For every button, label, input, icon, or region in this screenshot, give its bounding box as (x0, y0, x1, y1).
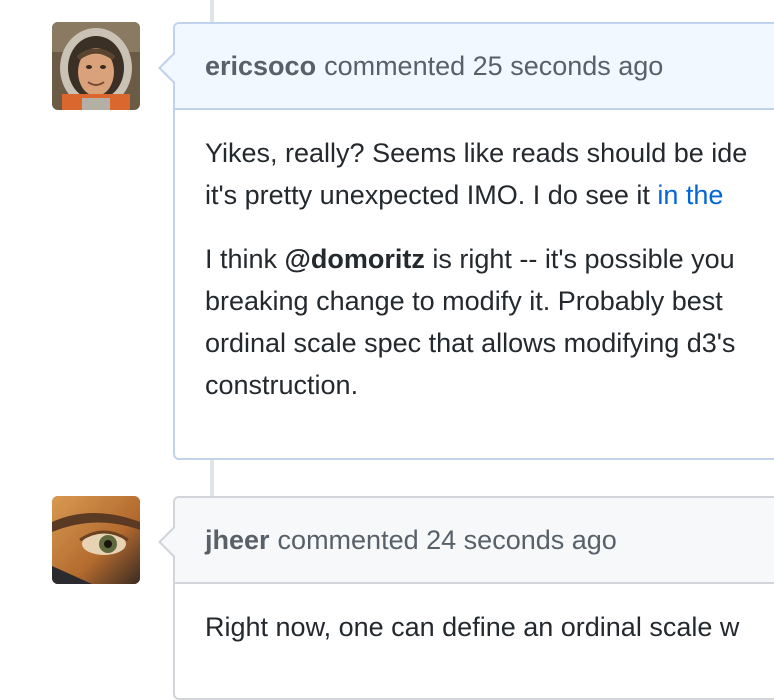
avatar[interactable] (52, 22, 140, 110)
comment-body: Right now, one can define an ordinal sca… (175, 584, 774, 670)
paragraph: Right now, one can define an ordinal sca… (205, 606, 752, 648)
text-line: breaking change to modify it. Probably b… (205, 286, 723, 316)
text-line: I think (205, 244, 285, 274)
paragraph: I think @domoritz is right -- it's possi… (205, 238, 752, 406)
comment-header: jheer commented 24 seconds ago (158, 498, 774, 584)
text-line: Right now, one can define an ordinal sca… (205, 612, 740, 642)
comment-action: commented (324, 50, 466, 81)
text-line: ordinal scale spec that allows modifying… (205, 328, 736, 358)
author-link[interactable]: ericsoco (205, 51, 316, 82)
paragraph: Yikes, really? Seems like reads should b… (205, 132, 752, 216)
user-mention-link[interactable]: @domoritz (285, 244, 425, 274)
comment-action: commented (277, 524, 419, 555)
comment-timestamp[interactable]: 24 seconds ago (426, 525, 617, 556)
author-link[interactable]: jheer (205, 525, 270, 556)
text-line: Yikes, really? Seems like reads should b… (205, 138, 748, 168)
comment-body: Yikes, really? Seems like reads should b… (175, 110, 774, 428)
text-line: it's pretty unexpected IMO. I do see it (205, 180, 658, 210)
comment-timestamp[interactable]: 25 seconds ago (473, 51, 664, 82)
text-line: is right -- it's possible you (424, 244, 735, 274)
avatar[interactable] (52, 496, 140, 584)
astronaut-avatar-icon (52, 22, 140, 110)
text-line: construction. (205, 370, 359, 400)
comment-header: ericsoco commented 25 seconds ago (158, 24, 774, 110)
eye-avatar-icon (52, 496, 140, 584)
comment-box: ericsoco commented 25 seconds ago Yikes,… (158, 22, 774, 460)
comment-box: jheer commented 24 seconds ago Right now… (158, 496, 774, 700)
source-link[interactable]: in the (657, 180, 723, 210)
